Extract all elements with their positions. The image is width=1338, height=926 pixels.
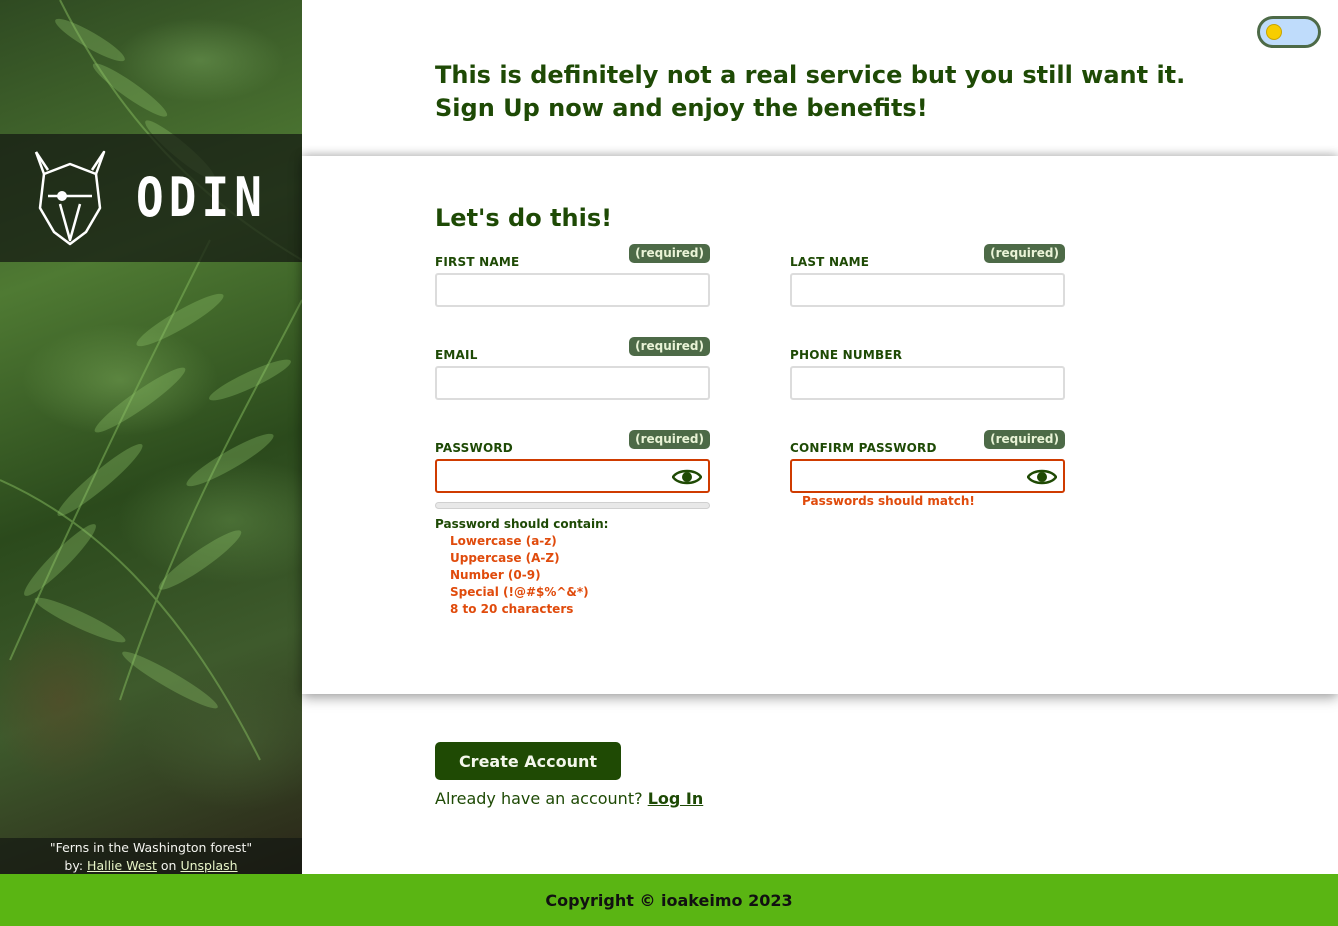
password-label: PASSWORD (435, 441, 513, 455)
required-badge: (required) (629, 430, 710, 449)
confirm-password-input[interactable] (790, 459, 1065, 493)
required-badge: (required) (984, 244, 1065, 263)
email-input[interactable] (435, 366, 710, 400)
password-rule: 8 to 20 characters (450, 602, 574, 616)
confirm-password-label: CONFIRM PASSWORD (790, 441, 937, 455)
fern-background-image (0, 0, 302, 761)
login-prompt: Already have an account? Log In (435, 789, 703, 808)
password-strength-bar (435, 502, 710, 509)
password-rules-title: Password should contain: (435, 517, 609, 531)
photo-credit-by: by: (64, 858, 84, 873)
phone-label: PHONE NUMBER (790, 348, 903, 362)
photo-site-link[interactable]: Unsplash (180, 858, 237, 873)
footer: Copyright © ioakeimo 2023 (0, 874, 1338, 926)
page-tagline: This is definitely not a real service bu… (435, 61, 1186, 122)
photo-credit-on: on (160, 858, 177, 873)
password-rule: Number (0-9) (450, 568, 541, 582)
first-name-input[interactable] (435, 273, 710, 307)
logo-band: ODIN (0, 134, 302, 262)
signup-form: Let's do this! FIRST NAME (required) LAS… (302, 156, 1338, 694)
photo-credit: "Ferns in the Washington forest" by: Hal… (0, 838, 302, 874)
last-name-input[interactable] (790, 273, 1065, 307)
required-badge: (required) (629, 244, 710, 263)
photo-credit-title: "Ferns in the Washington forest" (49, 840, 253, 855)
photo-credit-line: by: Hallie West on Unsplash (0, 857, 302, 874)
first-name-label: FIRST NAME (435, 255, 520, 269)
login-prompt-text: Already have an account? (435, 789, 643, 808)
login-link[interactable]: Log In (648, 789, 704, 808)
sidebar: ODIN "Ferns in the Washington forest" by… (0, 0, 302, 874)
viking-helmet-icon (34, 150, 106, 246)
form-title: Let's do this! (435, 204, 613, 232)
sun-icon (1266, 24, 1282, 40)
password-rules: Password should contain: Lowercase (a-z)… (435, 516, 608, 618)
password-match-error: Passwords should match! (802, 494, 975, 508)
required-badge: (required) (629, 337, 710, 356)
password-rule: Special (!@#$%^&*) (450, 585, 589, 599)
email-label: EMAIL (435, 348, 478, 362)
theme-toggle[interactable] (1257, 16, 1321, 48)
password-rule: Uppercase (A-Z) (450, 551, 560, 565)
phone-input[interactable] (790, 366, 1065, 400)
photo-author-link[interactable]: Hallie West (87, 858, 157, 873)
create-account-button[interactable]: Create Account (435, 742, 621, 780)
copyright-text: Copyright © ioakeimo 2023 (545, 890, 793, 910)
password-rule: Lowercase (a-z) (450, 534, 557, 548)
required-badge: (required) (984, 430, 1065, 449)
last-name-label: LAST NAME (790, 255, 870, 269)
eye-icon[interactable] (1027, 466, 1057, 488)
logo-text: ODIN (136, 166, 267, 229)
password-input[interactable] (435, 459, 710, 493)
eye-icon[interactable] (672, 466, 702, 488)
